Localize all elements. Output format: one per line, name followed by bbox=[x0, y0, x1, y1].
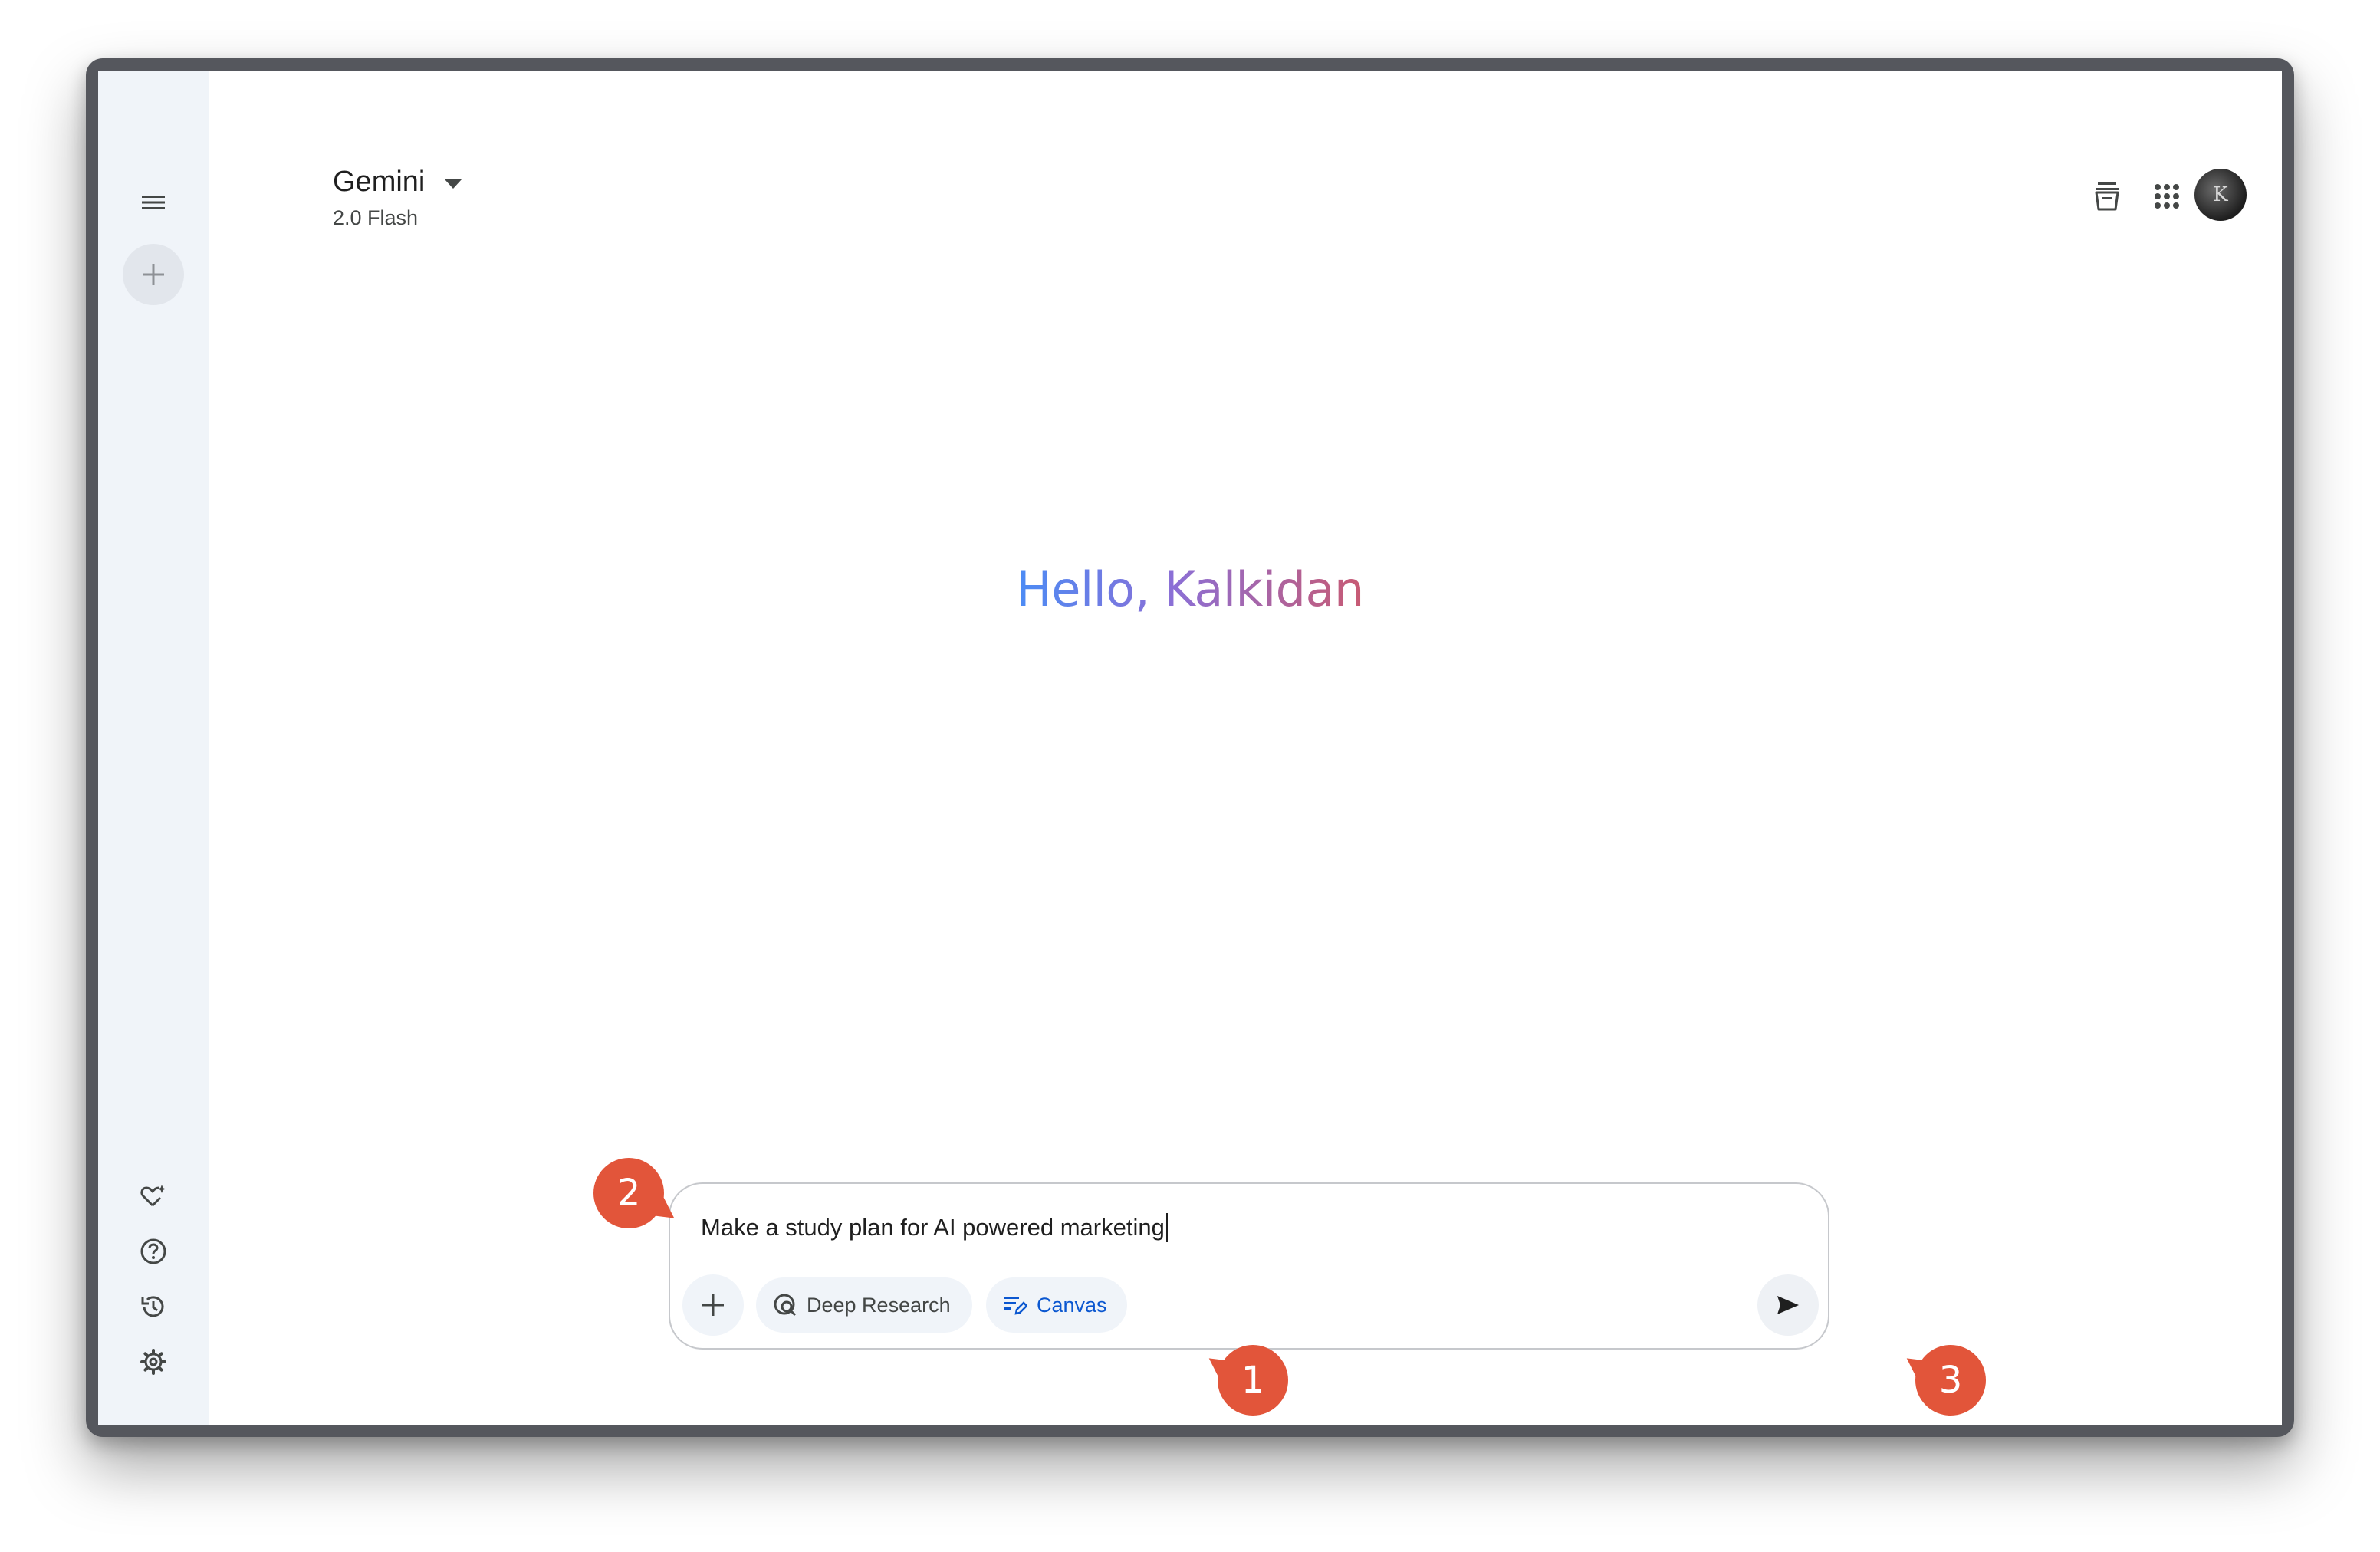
caret-down-icon bbox=[445, 179, 462, 189]
google-apps-button[interactable] bbox=[2141, 170, 2193, 222]
gear-icon bbox=[140, 1349, 166, 1375]
account-avatar[interactable]: K bbox=[2194, 169, 2247, 221]
canvas-icon bbox=[1004, 1297, 1027, 1315]
deep-research-icon bbox=[774, 1294, 797, 1317]
browser-window-frame: Gemini 2.0 Flash K Hello, Kalkidan Make … bbox=[86, 58, 2294, 1437]
add-files-button[interactable] bbox=[682, 1274, 744, 1336]
activity-button[interactable] bbox=[132, 1285, 175, 1328]
deep-research-chip[interactable]: Deep Research bbox=[756, 1277, 972, 1333]
callout-number: 1 bbox=[1241, 1359, 1265, 1402]
canvas-label: Canvas bbox=[1037, 1293, 1107, 1317]
callout-badge-3: 3 bbox=[1915, 1345, 1986, 1416]
send-icon bbox=[1777, 1296, 1799, 1314]
text-cursor bbox=[1165, 1213, 1168, 1242]
callout-number: 3 bbox=[1938, 1359, 1963, 1402]
send-button[interactable] bbox=[1757, 1274, 1819, 1336]
history-icon bbox=[141, 1296, 164, 1317]
plus-icon bbox=[702, 1294, 724, 1316]
callout-badge-1: 1 bbox=[1218, 1345, 1288, 1416]
prompt-composer[interactable]: Make a study plan for AI powered marketi… bbox=[669, 1182, 1829, 1350]
callout-badge-2: 2 bbox=[593, 1158, 664, 1228]
app-title: Gemini bbox=[333, 166, 426, 198]
canvas-chip[interactable]: Canvas bbox=[986, 1277, 1127, 1333]
settings-button[interactable] bbox=[132, 1340, 175, 1383]
deep-research-label: Deep Research bbox=[807, 1293, 951, 1317]
model-name: 2.0 Flash bbox=[333, 206, 419, 229]
gemini-app-screen: Gemini 2.0 Flash K Hello, Kalkidan Make … bbox=[98, 71, 2282, 1425]
model-selector[interactable]: Gemini 2.0 Flash bbox=[333, 166, 462, 230]
gem-manager-button[interactable] bbox=[132, 1175, 175, 1218]
new-chat-button[interactable] bbox=[123, 244, 184, 305]
prompt-input-text: Make a study plan for AI powered marketi… bbox=[701, 1214, 1165, 1241]
gem-heart-icon bbox=[140, 1185, 166, 1207]
greeting: Hello, Kalkidan bbox=[98, 561, 2282, 617]
callout-number: 2 bbox=[616, 1172, 641, 1215]
archive-button[interactable] bbox=[2081, 170, 2133, 222]
help-button[interactable] bbox=[132, 1230, 175, 1273]
prompt-input[interactable]: Make a study plan for AI powered marketi… bbox=[701, 1213, 1168, 1242]
apps-grid-icon bbox=[2155, 184, 2179, 209]
menu-button[interactable] bbox=[126, 175, 181, 230]
plus-icon bbox=[143, 264, 164, 285]
greeting-text: Hello, Kalkidan bbox=[1016, 561, 1364, 617]
sidebar bbox=[98, 71, 209, 1425]
menu-icon bbox=[142, 196, 165, 209]
help-icon bbox=[140, 1238, 166, 1264]
avatar-initials: K bbox=[2213, 183, 2228, 206]
archive-icon bbox=[2095, 182, 2119, 211]
